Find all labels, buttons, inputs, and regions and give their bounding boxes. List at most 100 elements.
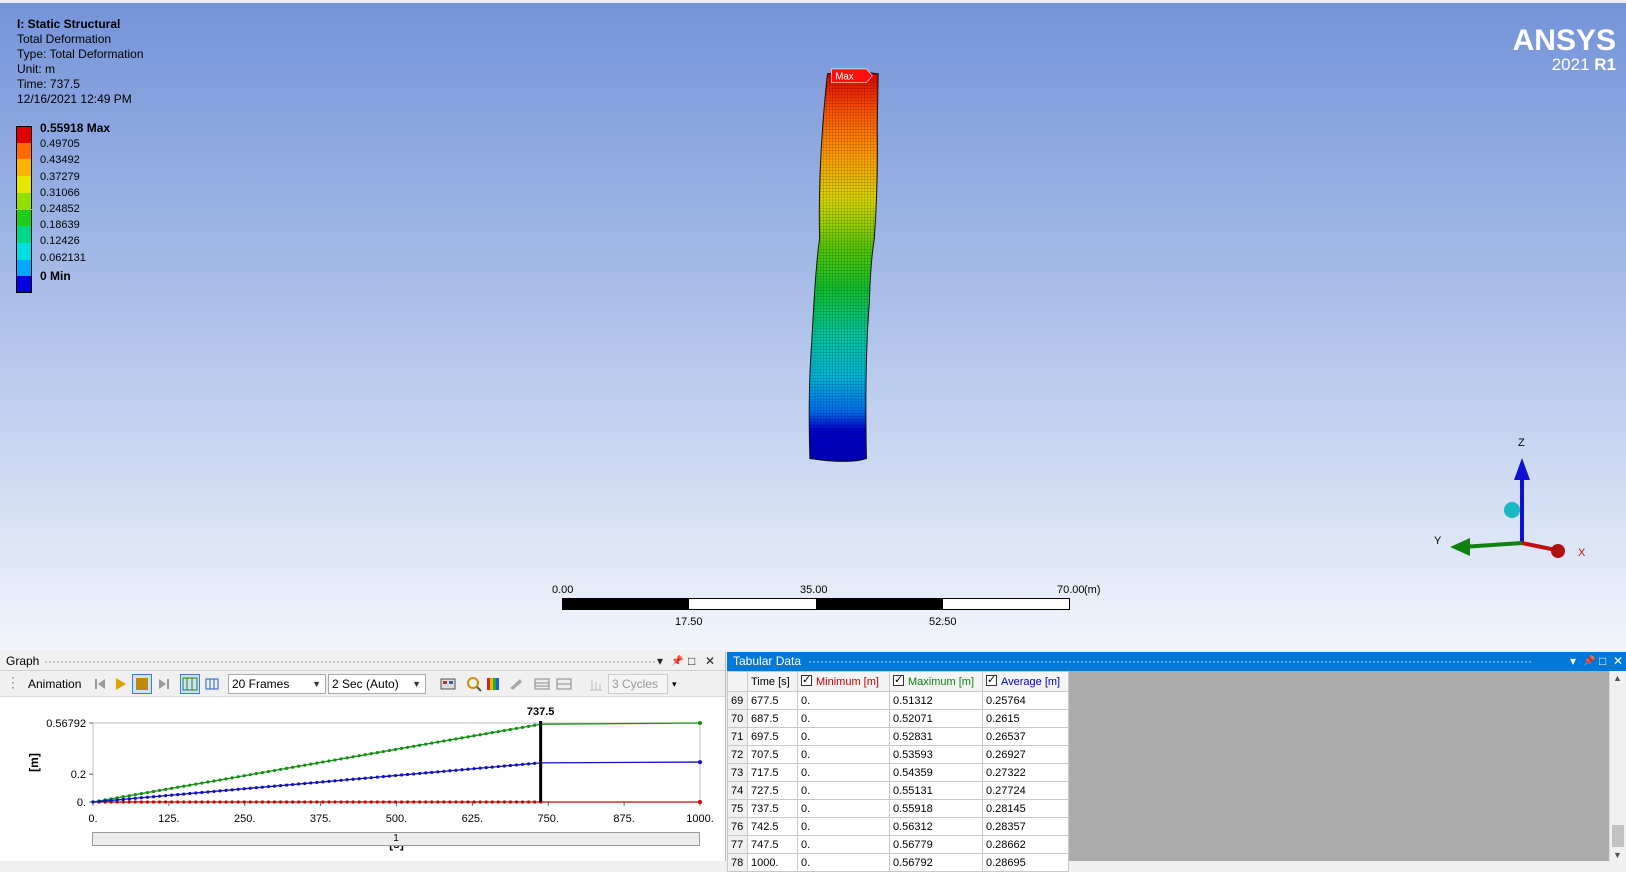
row-number-cell: 75 bbox=[727, 799, 748, 818]
table-cell: 0.54359 bbox=[889, 763, 983, 782]
time-column-header[interactable]: Time [s] bbox=[747, 671, 798, 692]
series-point bbox=[109, 798, 113, 803]
table-view-icon[interactable] bbox=[534, 676, 550, 692]
last-frame-icon[interactable] bbox=[156, 676, 172, 692]
graph-drag-handle[interactable] bbox=[45, 661, 655, 664]
graph-close-icon[interactable]: ✕ bbox=[705, 652, 715, 671]
result-type: Type: Total Deformation bbox=[17, 47, 144, 61]
series-point bbox=[369, 776, 373, 780]
maximum-checkbox[interactable] bbox=[893, 673, 904, 686]
average-column-header[interactable]: Average [m] bbox=[982, 671, 1069, 692]
scale-bar-rule bbox=[562, 598, 1070, 610]
table-row[interactable]: 76 742.5 0. 0.56312 0.28357 bbox=[727, 817, 1069, 836]
series-point bbox=[291, 800, 295, 804]
scroll-down-icon[interactable]: ▼ bbox=[1613, 850, 1622, 860]
series-point bbox=[345, 800, 349, 804]
color-scale-icon[interactable] bbox=[486, 676, 502, 692]
series-point bbox=[484, 800, 488, 804]
series-point bbox=[393, 800, 398, 804]
table-row[interactable]: 71 697.5 0. 0.52831 0.26537 bbox=[727, 727, 1069, 746]
series-point bbox=[399, 800, 404, 804]
graph-title: Graph bbox=[6, 654, 40, 668]
series-point bbox=[466, 767, 470, 771]
graph-pin-icon[interactable]: 📌 bbox=[671, 652, 683, 671]
legend-swatch bbox=[16, 192, 32, 210]
tabular-close-icon[interactable]: ✕ bbox=[1613, 652, 1623, 671]
zoom-fit-icon[interactable] bbox=[466, 676, 482, 692]
series-point bbox=[405, 772, 410, 777]
tabular-pin-icon[interactable]: 📌 bbox=[1583, 652, 1595, 671]
play-icon[interactable] bbox=[112, 676, 128, 692]
table-row[interactable]: 77 747.5 0. 0.56779 0.28662 bbox=[727, 835, 1069, 854]
probe-tool-icon[interactable] bbox=[508, 676, 524, 692]
tabular-scrollbar[interactable]: ▲ ▼ bbox=[1609, 671, 1626, 861]
series-point bbox=[236, 787, 240, 791]
stop-icon[interactable] bbox=[132, 674, 152, 694]
series-point bbox=[170, 800, 174, 804]
series-point bbox=[303, 781, 307, 786]
distributed-frames-icon[interactable] bbox=[180, 674, 200, 694]
table-row[interactable]: 72 707.5 0. 0.53593 0.26927 bbox=[727, 745, 1069, 764]
table-cell: 0. bbox=[797, 817, 890, 836]
table-row[interactable]: 78 1000. 0. 0.56792 0.28695 bbox=[727, 853, 1069, 872]
series-point bbox=[514, 800, 519, 804]
export-video-icon[interactable] bbox=[440, 676, 456, 692]
scroll-up-icon[interactable]: ▲ bbox=[1613, 673, 1622, 683]
coordinate-triad[interactable]: Z Y X bbox=[1430, 430, 1590, 570]
average-checkbox[interactable] bbox=[986, 673, 997, 686]
table-row[interactable]: 73 717.5 0. 0.54359 0.27322 bbox=[727, 763, 1069, 782]
first-frame-icon[interactable] bbox=[92, 676, 108, 692]
series-point bbox=[418, 771, 422, 776]
tabular-menu-icon[interactable]: ▾ bbox=[1570, 652, 1576, 671]
graph-menu-icon[interactable]: ▾ bbox=[657, 652, 663, 671]
result-sets-icon[interactable] bbox=[204, 676, 220, 692]
series-point bbox=[194, 791, 198, 795]
series-point bbox=[224, 777, 228, 781]
tabular-drag-handle[interactable] bbox=[809, 661, 1531, 664]
table-row[interactable]: 69 677.5 0. 0.51312 0.25764 bbox=[727, 691, 1069, 710]
row-number-cell: 77 bbox=[727, 835, 748, 854]
series-point bbox=[218, 789, 222, 793]
deformed-model[interactable]: Max bbox=[790, 68, 900, 478]
y-tick-label: 0. bbox=[77, 797, 86, 809]
table-row[interactable]: 70 687.5 0. 0.52071 0.2615 bbox=[727, 709, 1069, 728]
duration-select[interactable]: 2 Sec (Auto) ▼ bbox=[328, 674, 426, 694]
series-point bbox=[436, 770, 440, 774]
logo-version-release: R1 bbox=[1594, 55, 1616, 74]
table-cell: 707.5 bbox=[747, 745, 798, 764]
graph-panel: Graph ▾ 📌 □ ✕ ⋮ Animation 20 Frames ▼ 2 S… bbox=[0, 652, 726, 861]
series-point bbox=[321, 800, 325, 804]
tabular-restore-icon[interactable]: □ bbox=[1599, 652, 1606, 671]
maximum-column-header[interactable]: Maximum [m] bbox=[889, 671, 983, 692]
minimum-column-header[interactable]: Minimum [m] bbox=[797, 671, 890, 692]
logo-version-year: 2021 bbox=[1551, 55, 1590, 74]
frames-select[interactable]: 20 Frames ▼ bbox=[228, 674, 326, 694]
tabular-header: Tabular Data ▾ 📌 □ ✕ bbox=[727, 652, 1626, 671]
series-point bbox=[291, 765, 295, 769]
table-cell: 0.56312 bbox=[889, 817, 983, 836]
chart-view-icon[interactable] bbox=[556, 676, 572, 692]
series-point bbox=[533, 761, 537, 765]
series-point bbox=[478, 800, 482, 804]
graphics-viewport[interactable]: I: Static Structural Total Deformation T… bbox=[0, 0, 1626, 650]
series-point bbox=[266, 785, 271, 789]
max-probe[interactable]: Max bbox=[831, 68, 873, 83]
series-point bbox=[502, 728, 506, 733]
table-row[interactable]: 74 727.5 0. 0.55131 0.27724 bbox=[727, 781, 1069, 800]
series-point bbox=[345, 778, 349, 782]
series-point bbox=[490, 800, 494, 804]
table-header-row: Time [s] Minimum [m] Maximum [m] Average… bbox=[727, 671, 1069, 692]
scroll-thumb[interactable] bbox=[1612, 825, 1624, 847]
series-point bbox=[460, 736, 464, 740]
series-point bbox=[363, 753, 367, 757]
tabular-data-table[interactable]: Time [s] Minimum [m] Maximum [m] Average… bbox=[727, 671, 1069, 872]
table-cell: 0.55131 bbox=[889, 781, 983, 800]
series-point bbox=[91, 800, 95, 804]
cycles-value: 3 Cycles bbox=[612, 677, 659, 691]
time-slider[interactable]: 1 bbox=[92, 832, 700, 846]
table-row[interactable]: 75 737.5 0. 0.55918 0.28145 bbox=[727, 799, 1069, 818]
series-point bbox=[139, 791, 143, 796]
minimum-checkbox[interactable] bbox=[801, 673, 812, 686]
graph-restore-icon[interactable]: □ bbox=[688, 652, 695, 671]
legend-label: 0.43492 bbox=[40, 154, 80, 167]
